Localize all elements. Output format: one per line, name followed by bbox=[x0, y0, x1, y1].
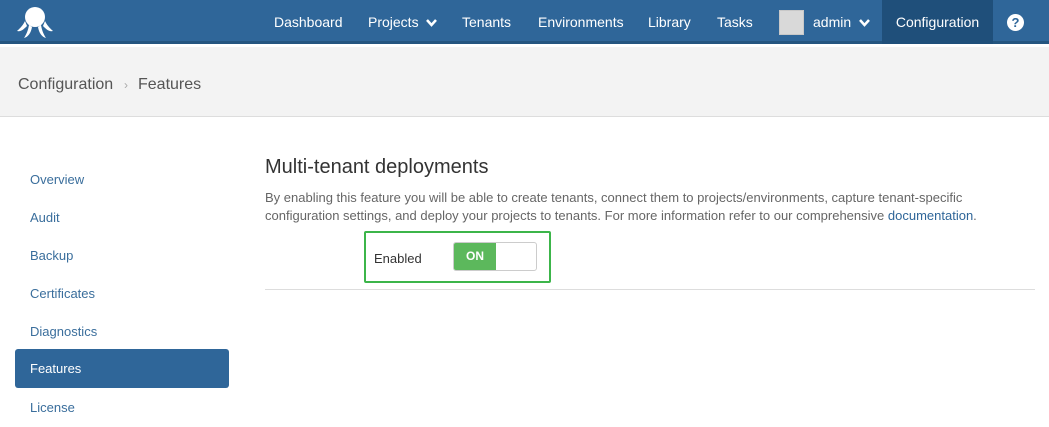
nav-environments[interactable]: Environments bbox=[538, 0, 624, 44]
breadcrumb-configuration-link[interactable]: Configuration bbox=[18, 76, 113, 94]
nav-tenants[interactable]: Tenants bbox=[462, 0, 511, 44]
user-menu[interactable]: admin bbox=[813, 0, 870, 44]
feature-description-text: By enabling this feature you will be abl… bbox=[265, 190, 963, 223]
sidebar-item-license[interactable]: License bbox=[15, 388, 229, 427]
feature-heading: Multi-tenant deployments bbox=[265, 156, 489, 178]
sidebar-item-certificates[interactable]: Certificates bbox=[15, 274, 229, 313]
sidebar-item-audit[interactable]: Audit bbox=[15, 198, 229, 237]
nav-configuration[interactable]: Configuration bbox=[882, 0, 993, 44]
nav-library[interactable]: Library bbox=[648, 0, 691, 44]
sidebar-item-diagnostics[interactable]: Diagnostics bbox=[15, 312, 229, 351]
user-name: admin bbox=[813, 14, 852, 30]
octopus-logo-icon[interactable] bbox=[16, 5, 54, 39]
toggle-on-state: ON bbox=[454, 243, 496, 270]
top-nav-bar: Dashboard Projects Tenants Environments … bbox=[0, 0, 1049, 44]
breadcrumb: Configuration › Features bbox=[0, 47, 1049, 117]
enabled-toggle[interactable]: ON bbox=[453, 242, 537, 271]
description-period: . bbox=[973, 208, 977, 223]
chevron-down-icon bbox=[859, 19, 870, 28]
nav-projects-label: Projects bbox=[368, 14, 419, 30]
chevron-down-icon bbox=[426, 19, 438, 28]
chevron-right-icon: › bbox=[124, 78, 128, 92]
sidebar-item-overview[interactable]: Overview bbox=[15, 160, 229, 199]
enabled-label: Enabled bbox=[374, 251, 422, 266]
avatar[interactable] bbox=[779, 10, 804, 35]
documentation-link[interactable]: documentation bbox=[888, 208, 973, 223]
nav-tasks[interactable]: Tasks bbox=[717, 0, 753, 44]
page-title: Features bbox=[138, 76, 202, 93]
sidebar-item-backup[interactable]: Backup bbox=[15, 236, 229, 275]
nav-dashboard[interactable]: Dashboard bbox=[274, 0, 343, 44]
divider bbox=[265, 289, 1035, 290]
sidebar-item-features[interactable]: Features bbox=[15, 349, 229, 388]
help-icon[interactable]: ? bbox=[1007, 14, 1024, 31]
nav-projects[interactable]: Projects bbox=[368, 0, 438, 44]
feature-description: By enabling this feature you will be abl… bbox=[265, 189, 1025, 225]
